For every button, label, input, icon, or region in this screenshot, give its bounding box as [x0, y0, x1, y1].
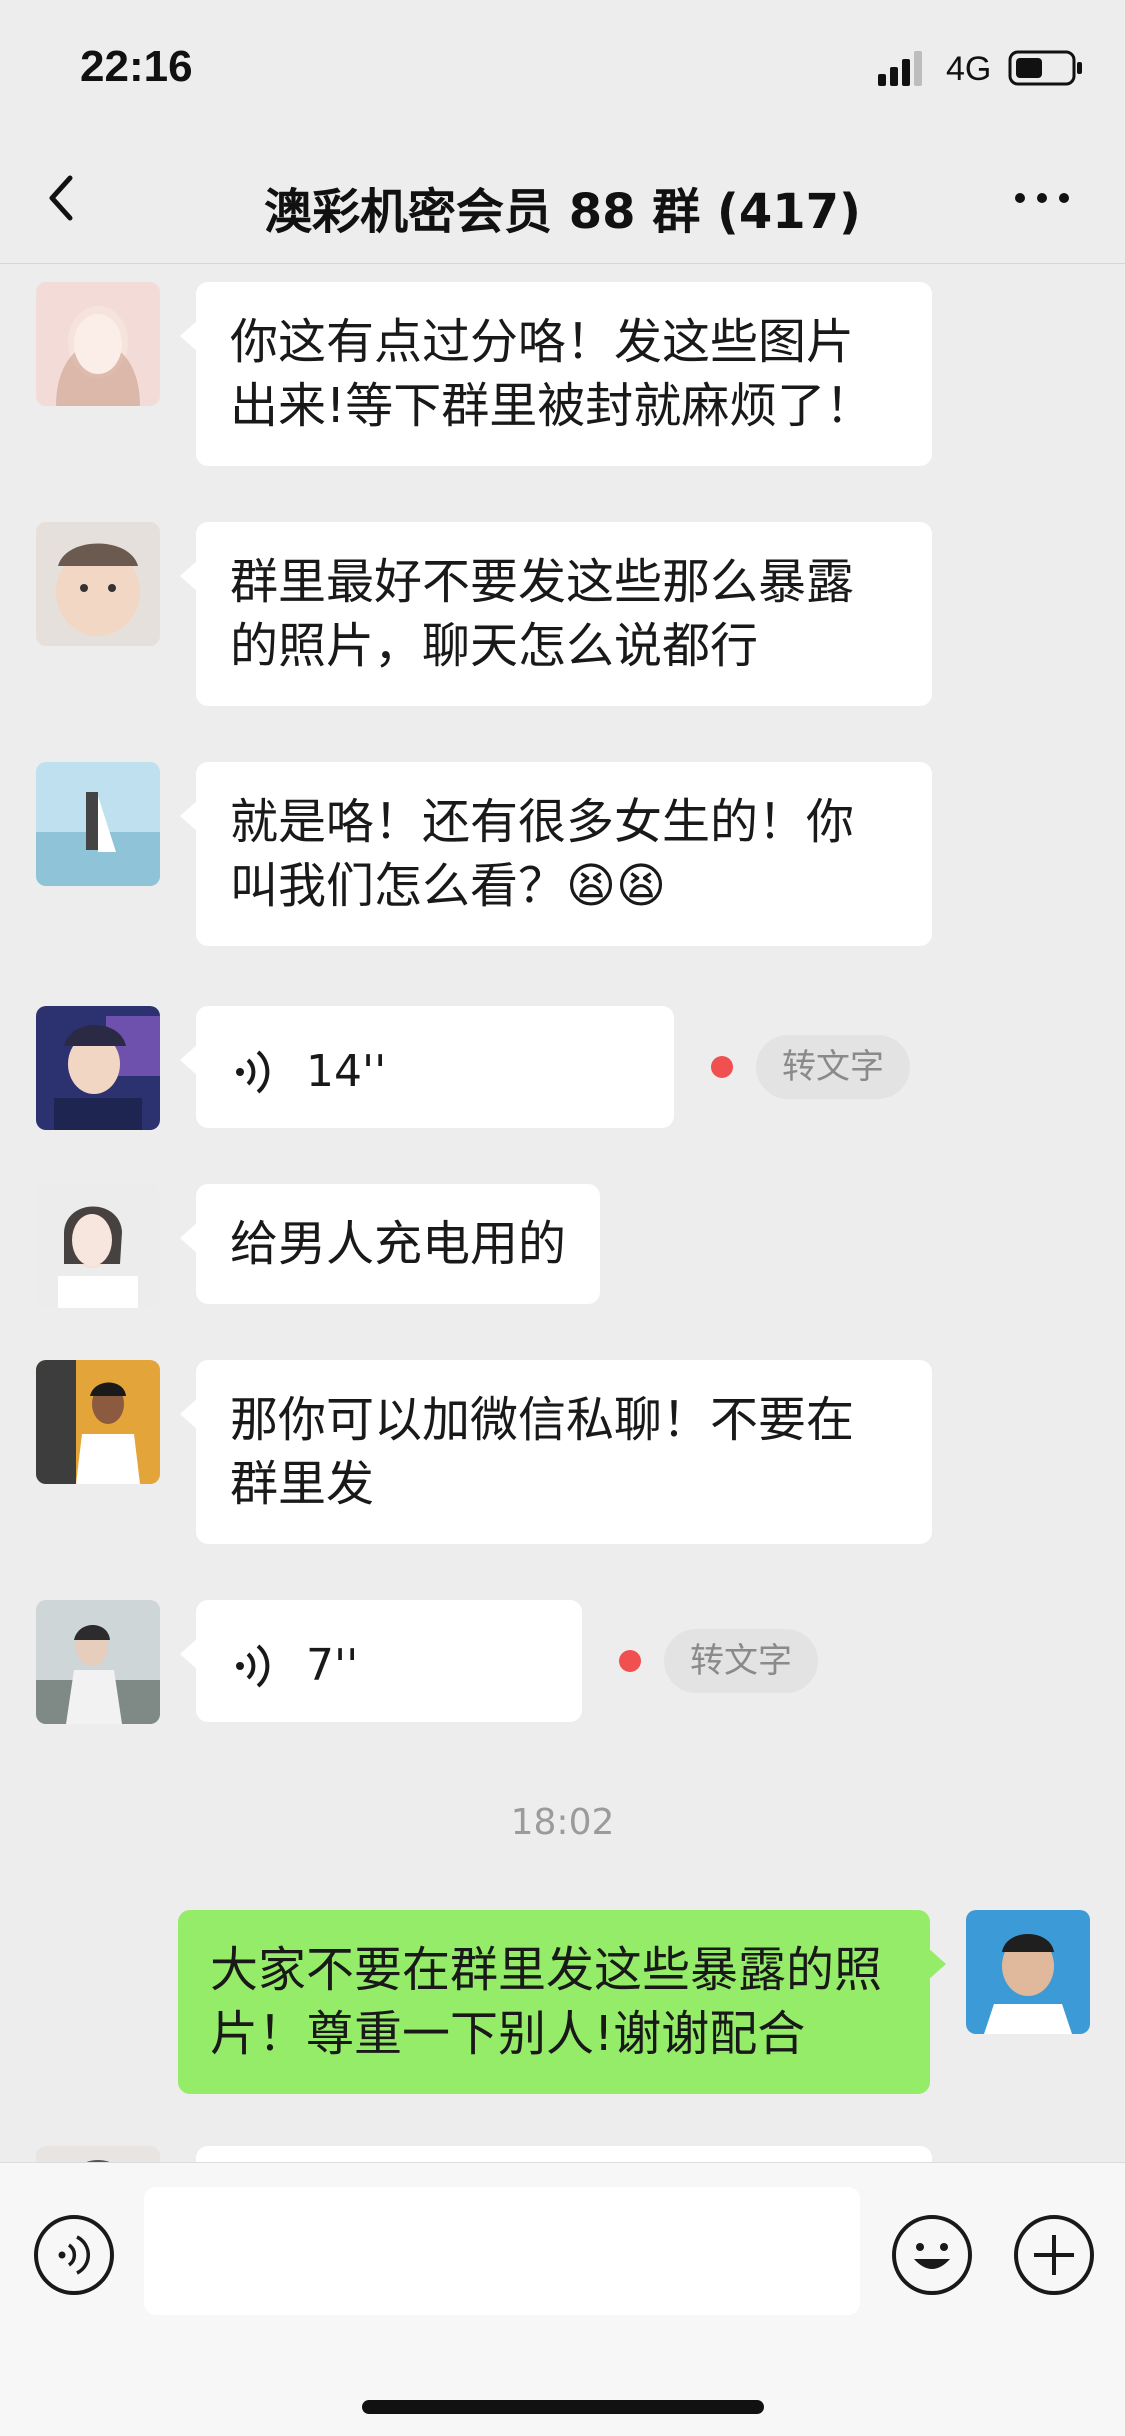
emoji-icon[interactable]: [890, 2213, 974, 2297]
message-bubble[interactable]: 你这有点过分咯！发这些图片出来!等下群里被封就麻烦了！: [180, 282, 932, 466]
convert-to-text-button[interactable]: 转文字: [664, 1629, 818, 1693]
voice-icon: [236, 1050, 270, 1094]
voice-message-bubble[interactable]: 14'': [180, 1006, 674, 1128]
signal-icon: [878, 51, 922, 86]
status-bar: 22:16 4G: [0, 0, 1125, 132]
avatar[interactable]: [36, 522, 160, 646]
time-divider: 18:02: [510, 1802, 615, 1843]
battery-icon: [1008, 50, 1082, 86]
home-indicator: [362, 2400, 764, 2414]
self-message-bubble[interactable]: 大家不要在群里发这些暴露的照片！尊重一下别人!谢谢配合: [178, 1910, 946, 2094]
status-time: 22:16: [80, 42, 193, 91]
voice-message-bubble[interactable]: 7'': [180, 1600, 582, 1722]
voice-icon: [236, 1644, 270, 1688]
plus-icon[interactable]: [1012, 2213, 1096, 2297]
message-input[interactable]: [144, 2187, 860, 2315]
convert-to-text-button[interactable]: 转文字: [756, 1035, 910, 1099]
avatar[interactable]: [36, 1184, 160, 1308]
message-bubble[interactable]: 那你可以加微信私聊！不要在群里发: [180, 1360, 932, 1544]
self-avatar[interactable]: [966, 1910, 1090, 2034]
unread-dot: [619, 1650, 641, 1672]
voice-input-icon[interactable]: [32, 2213, 116, 2297]
avatar[interactable]: [36, 1006, 160, 1130]
unread-dot: [711, 1056, 733, 1078]
voice-duration: 14'': [306, 1046, 387, 1097]
input-bar: [0, 2162, 1125, 2436]
more-icon[interactable]: [1010, 180, 1074, 216]
avatar[interactable]: [36, 1600, 160, 1724]
message-bubble[interactable]: 群里最好不要发这些那么暴露的照片，聊天怎么说都行: [180, 522, 932, 706]
message-bubble[interactable]: 给男人充电用的: [179, 1184, 601, 1304]
avatar[interactable]: [36, 762, 160, 886]
chat-title: 澳彩机密会员 88 群 (417): [263, 184, 861, 240]
chat-area[interactable]: 你这有点过分咯！发这些图片出来!等下群里被封就麻烦了！ 群里最好不要发这些那么暴…: [0, 264, 1125, 2164]
avatar[interactable]: [36, 1360, 160, 1484]
message-bubble[interactable]: 就是咯！还有很多女生的！你叫我们怎么看？😫😫: [180, 762, 932, 946]
nav-bar: 澳彩机密会员 88 群 (417): [0, 132, 1125, 264]
avatar[interactable]: [36, 282, 160, 406]
network-label: 4G: [946, 50, 992, 88]
voice-duration: 7'': [306, 1640, 359, 1691]
